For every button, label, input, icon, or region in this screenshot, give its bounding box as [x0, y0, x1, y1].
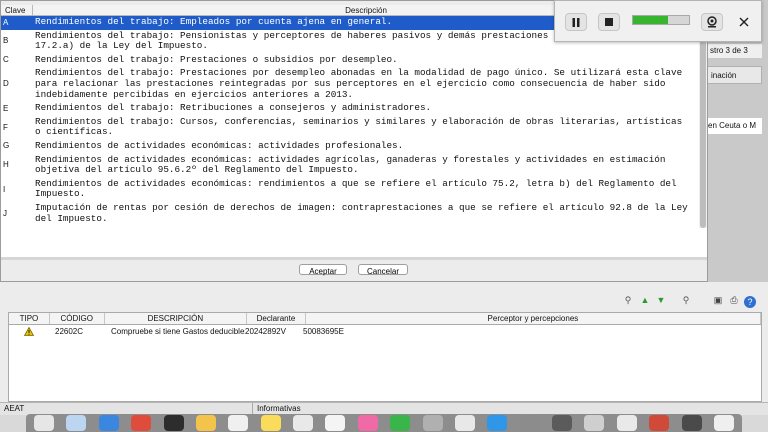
trash-icon[interactable]	[713, 415, 734, 431]
row-declarante: 20242892V	[245, 327, 286, 336]
arrow-up-icon[interactable]: ▲	[639, 294, 651, 306]
app-icon[interactable]	[616, 415, 637, 431]
pause-icon	[572, 17, 580, 27]
webcam-button[interactable]	[701, 13, 723, 31]
key-description: Rendimientos del trabajo: Cursos, confer…	[35, 115, 683, 138]
app-icon[interactable]	[163, 415, 184, 431]
key-description: Rendimientos de actividades económicas: …	[35, 139, 404, 151]
app-icon[interactable]	[325, 415, 346, 431]
close-button[interactable]	[733, 13, 755, 31]
key-code: I	[3, 184, 6, 194]
dock	[26, 414, 742, 432]
horizontal-scrollbar[interactable]	[1, 257, 707, 260]
app-icon[interactable]	[260, 415, 281, 431]
app-icon[interactable]	[228, 415, 249, 431]
app-icon[interactable]	[131, 415, 152, 431]
pause-button[interactable]	[565, 13, 587, 31]
key-code: H	[3, 160, 9, 170]
record-counter: stro 3 de 3	[706, 44, 762, 58]
key-description: Rendimientos de actividades económicas: …	[35, 153, 666, 176]
app-icon[interactable]	[584, 415, 605, 431]
column-descripcion[interactable]: DESCRIPCIÓN	[105, 313, 248, 324]
key-row[interactable]: E Rendimientos del trabajo: Retribuciones…	[1, 102, 699, 116]
key-row[interactable]: J Imputación de rentas por cesión de dere…	[1, 202, 699, 226]
app-icon[interactable]	[195, 415, 216, 431]
key-description: Rendimientos del trabajo: Retribuciones …	[35, 102, 432, 114]
column-codigo[interactable]: CÓDIGO	[50, 313, 105, 324]
key-code: A	[3, 17, 9, 27]
app-icon[interactable]	[98, 415, 119, 431]
key-rows: A Rendimientos del trabajo: Empleados por…	[1, 16, 699, 226]
key-code: J	[3, 208, 7, 218]
scrollbar-thumb[interactable]	[700, 18, 706, 228]
key-row[interactable]: F Rendimientos del trabajo: Cursos, confe…	[1, 116, 699, 140]
volume-level	[633, 16, 668, 24]
app-icon[interactable]	[357, 415, 378, 431]
arrow-down-icon[interactable]: ▼	[655, 294, 667, 306]
key-description: Rendimientos del trabajo: Prestaciones p…	[35, 67, 683, 100]
vertical-scrollbar[interactable]	[699, 16, 707, 228]
help-icon[interactable]: ?	[744, 296, 756, 308]
stop-icon	[605, 18, 613, 26]
column-clave[interactable]: Clave	[1, 5, 33, 16]
stop-button[interactable]	[598, 13, 620, 31]
warning-icon	[9, 325, 49, 338]
webcam-icon	[707, 16, 717, 28]
results-header: TIPO CÓDIGO DESCRIPCIÓN Declarante Perce…	[9, 313, 761, 325]
key-selection-dialog: Clave Descripción A Rendimientos del trab…	[0, 0, 708, 282]
row-code: 22602C	[55, 327, 84, 336]
zoom-icon[interactable]: ⚲	[680, 294, 692, 306]
row-description: Compruebe si tiene Gastos deducibles	[111, 327, 245, 336]
key-description: Rendimientos del trabajo: Prestaciones o…	[35, 53, 398, 65]
key-description: Rendimientos de actividades económicas: …	[35, 177, 677, 200]
results-toolbar: ⚲ ▲ ▼ ⚲ ▣ ⎙ ?	[0, 290, 768, 312]
cancel-button[interactable]: Cancelar	[358, 264, 408, 276]
table-row[interactable]: 22602C Compruebe si tiene Gastos deducib…	[9, 325, 761, 338]
search-icon[interactable]: ⚲	[622, 294, 634, 306]
app-icon[interactable]	[552, 415, 572, 431]
app-icon[interactable]	[454, 415, 475, 431]
key-code: C	[3, 55, 9, 65]
key-code: B	[3, 36, 9, 46]
background-tab[interactable]: inación	[706, 66, 762, 84]
app-icon[interactable]	[422, 415, 443, 431]
key-row[interactable]: I Rendimientos de actividades económicas:…	[1, 178, 699, 202]
column-perceptor[interactable]: Perceptor y percepciones	[306, 313, 761, 324]
key-row[interactable]: D Rendimientos del trabajo: Prestaciones …	[1, 67, 699, 102]
key-code: G	[3, 141, 10, 151]
row-perceptor: 50083695E	[303, 327, 344, 336]
app-icon[interactable]	[681, 415, 702, 431]
save-icon[interactable]: ▣	[712, 294, 724, 306]
app-icon[interactable]	[649, 415, 670, 431]
key-code: E	[3, 103, 9, 113]
app-icon[interactable]	[66, 415, 87, 431]
key-row[interactable]: C Rendimientos del trabajo: Prestaciones …	[1, 54, 699, 68]
volume-meter	[632, 15, 690, 25]
key-code: D	[3, 79, 9, 89]
background-side-panel	[706, 0, 768, 282]
results-table: TIPO CÓDIGO DESCRIPCIÓN Declarante Perce…	[8, 312, 762, 402]
key-row[interactable]: H Rendimientos de actividades económicas:…	[1, 154, 699, 178]
status-left: AEAT	[4, 404, 25, 413]
print-icon[interactable]: ⎙	[728, 294, 740, 306]
app-icon[interactable]	[390, 415, 411, 431]
finder-icon[interactable]	[34, 415, 54, 431]
key-code: F	[3, 122, 8, 132]
app-icon[interactable]	[293, 415, 313, 431]
accept-button[interactable]: Aceptar	[299, 264, 347, 276]
column-tipo[interactable]: TIPO	[9, 313, 50, 324]
close-icon	[739, 17, 749, 27]
key-table: Clave Descripción A Rendimientos del trab…	[1, 5, 707, 257]
key-description: Imputación de rentas por cesión de derec…	[35, 201, 688, 224]
key-row[interactable]: G Rendimientos de actividades económicas:…	[1, 140, 699, 154]
background-field-text: en Ceuta o M	[706, 118, 762, 134]
app-icon[interactable]	[519, 415, 540, 431]
app-icon[interactable]	[487, 415, 508, 431]
column-declarante[interactable]: Declarante	[247, 313, 306, 324]
